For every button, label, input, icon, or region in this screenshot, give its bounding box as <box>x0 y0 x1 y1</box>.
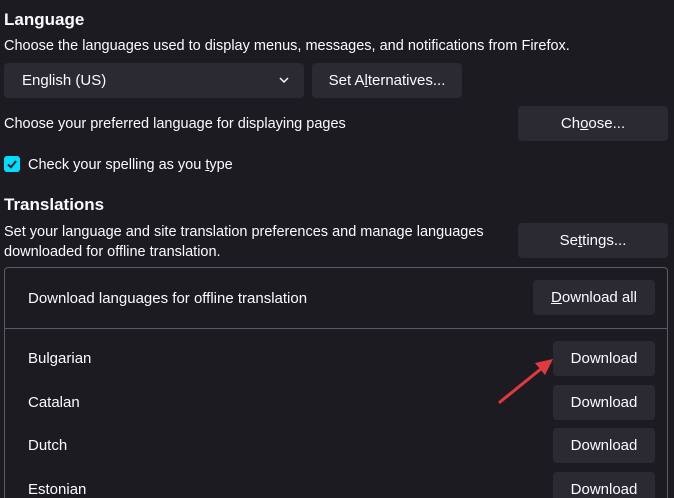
download-catalan-button[interactable]: Download <box>553 385 655 420</box>
language-select-value: English (US) <box>22 72 107 89</box>
language-row-label: Estonian <box>28 481 87 498</box>
download-dutch-button[interactable]: Download <box>553 428 655 463</box>
page-language-label: Choose your preferred language for displ… <box>4 116 346 132</box>
language-heading: Language <box>4 10 85 29</box>
firefox-settings-page: Language Choose the languages used to di… <box>0 0 674 498</box>
choose-button[interactable]: Ch o ose... <box>518 106 668 141</box>
set-alternatives-button[interactable]: Set Al ternatives... <box>312 63 462 98</box>
checkmark-icon <box>7 160 17 169</box>
download-all-button[interactable]: Download all <box>533 280 655 315</box>
language-select[interactable]: English (US) <box>4 63 304 98</box>
translations-heading: Translations <box>4 195 105 214</box>
translation-settings-button[interactable]: Se t tings... <box>518 223 668 258</box>
translations-description-line1: Set your language and site translation p… <box>4 224 484 240</box>
language-description: Choose the languages used to display men… <box>4 38 570 54</box>
annotation-arrow-icon <box>498 359 553 404</box>
translations-description-line2: downloaded for offline translation. <box>4 244 221 260</box>
chevron-down-icon <box>279 77 289 84</box>
spell-check-checkbox[interactable] <box>4 156 20 172</box>
language-row-label: Dutch <box>28 437 68 454</box>
spell-check-label[interactable]: Check your spelling as you type <box>28 155 233 175</box>
download-estonian-button[interactable]: Download <box>553 472 655 498</box>
language-row-label: Bulgarian <box>28 350 92 367</box>
offline-translation-panel: Download languages for offline translati… <box>4 267 668 498</box>
download-bulgarian-button[interactable]: Download <box>553 341 655 376</box>
panel-title: Download languages for offline translati… <box>28 290 308 307</box>
panel-divider <box>5 328 667 329</box>
language-row-label: Catalan <box>28 394 80 411</box>
